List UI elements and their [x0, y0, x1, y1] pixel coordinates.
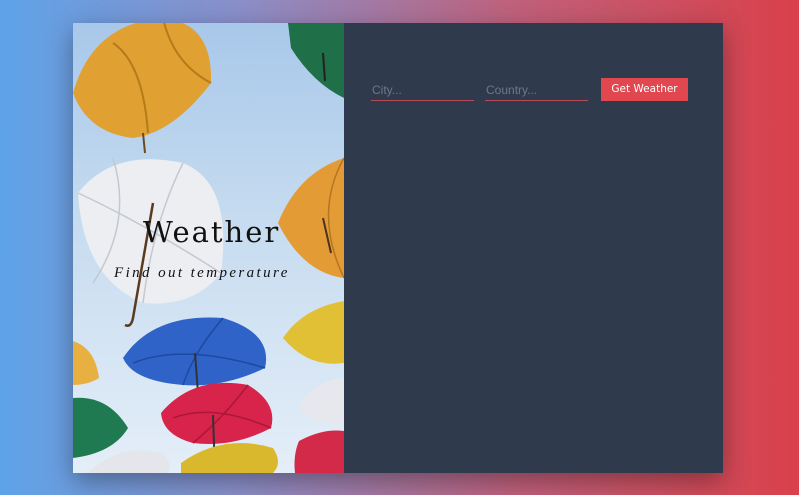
umbrella-white-bottom [88, 450, 170, 473]
get-weather-button[interactable]: Get Weather [601, 78, 688, 101]
umbrella-red-bottom [294, 430, 344, 473]
hero-panel: Weather Find out temperature [73, 23, 344, 473]
form-panel: Get Weather [344, 23, 723, 473]
umbrella-orange-top [73, 23, 212, 154]
umbrella-green-bottom [73, 397, 128, 458]
umbrella-yellow-right [283, 301, 344, 364]
umbrella-white-right [298, 378, 344, 425]
umbrella-yellow-left [73, 341, 99, 385]
country-input[interactable] [485, 80, 588, 101]
page-subtitle: Find out temperature [114, 265, 290, 281]
umbrella-orange-right [278, 157, 344, 279]
umbrella-green-top [288, 23, 344, 98]
city-input[interactable] [371, 80, 474, 101]
page-title: Weather [143, 215, 281, 249]
umbrella-yellow-bottom [181, 443, 278, 473]
weather-card: Weather Find out temperature Get Weather [73, 23, 723, 473]
